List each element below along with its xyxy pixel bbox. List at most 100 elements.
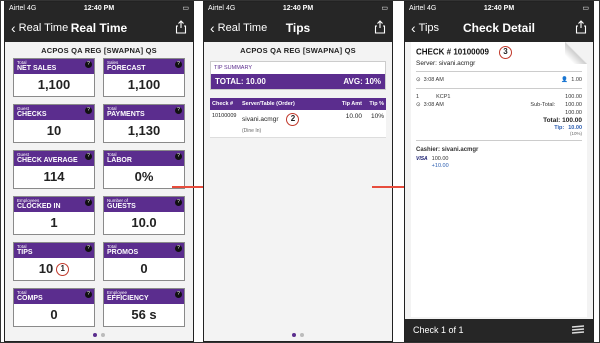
total: Total: 100.00 (543, 117, 582, 124)
help-icon[interactable]: ? (85, 107, 92, 114)
tile-value: 10 (46, 123, 62, 138)
divider (416, 71, 582, 72)
network-label: 4G (426, 4, 437, 12)
tile-label: PROMOS (107, 249, 139, 256)
tile-label: PAYMENTS (107, 111, 145, 118)
share-icon[interactable] (575, 20, 587, 34)
tile-value: 10.0 (131, 215, 157, 230)
check-receipt: CHECK # 10100009 3 Server: sivani.acmgr ⊙… (411, 42, 587, 317)
back-button[interactable]: ‹ Real Time (11, 21, 68, 35)
tile-value: 1,100 (127, 77, 161, 92)
tile-guests[interactable]: Number of GUESTS? 10.0 (103, 196, 185, 235)
tile-value: 0 (140, 261, 148, 276)
tip-average: AVG: 10% (343, 77, 381, 86)
tips-table-header: Check # Server/Table (Order) Tip Amt Tip… (210, 98, 386, 110)
battery-icon: ▭ (582, 5, 589, 12)
clock-icon: ⊙ (416, 77, 421, 83)
chevron-left-icon: ‹ (210, 20, 215, 36)
tile-comps[interactable]: Total COMPS? 0 (13, 288, 95, 327)
help-icon[interactable]: ? (175, 153, 182, 160)
tile-value: 1,130 (127, 123, 161, 138)
share-icon[interactable] (175, 20, 187, 34)
tile-label: CLOCKED IN (17, 203, 61, 210)
nav-bar: Airtel 4G 12:40 PM ▭ ‹ Tips Check Detail (405, 2, 593, 42)
column-header: Tip Amt (341, 101, 362, 107)
help-icon[interactable]: ? (175, 61, 182, 68)
share-icon[interactable] (374, 20, 386, 34)
help-icon[interactable]: ? (85, 291, 92, 298)
page-dot (101, 333, 105, 337)
column-header: Tip % (369, 101, 384, 107)
help-icon[interactable]: ? (85, 245, 92, 252)
tile-label: EFFICIENCY (107, 295, 149, 302)
payment-tip: +10.00 (431, 163, 449, 169)
check-pager: Check 1 of 1 (405, 319, 593, 341)
table-row[interactable]: 10100009 sivani.acmgr 2 (Dine In) 10.00 10… (210, 110, 386, 138)
tile-label: TIPS (17, 249, 33, 256)
subtotal-label: Sub-Total: (530, 102, 556, 108)
help-icon[interactable]: ? (85, 61, 92, 68)
chevron-left-icon: ‹ (11, 20, 16, 36)
tile-labor[interactable]: Total LABOR? 0% (103, 150, 185, 189)
line-amount: 100.00 (565, 110, 582, 116)
tips-screen: Airtel 4G 12:40 PM ▭ ‹ Real Time Tips ACPO… (203, 1, 393, 342)
tile-value: 114 (43, 169, 65, 184)
network-label: 4G (225, 4, 236, 12)
help-icon[interactable]: ? (175, 199, 182, 206)
list-item: 1 KCP1 100.00 (416, 93, 582, 101)
page-curl-icon[interactable] (565, 42, 587, 64)
divider (416, 88, 582, 89)
status-bar: Airtel 4G 12:40 PM ▭ (5, 2, 193, 14)
item-qty: 1 (416, 94, 420, 100)
cashier-name: Cashier: sivani.acmgr (416, 147, 479, 153)
tile-label: LABOR (107, 157, 132, 164)
help-icon[interactable]: ? (175, 107, 182, 114)
tile-value: 1,100 (37, 77, 71, 92)
back-button[interactable]: ‹ Tips (411, 21, 439, 35)
tile-value: 0 (50, 307, 58, 322)
tip-amount: 10.00 (345, 113, 362, 120)
help-icon[interactable]: ? (85, 153, 92, 160)
divider (416, 140, 582, 141)
back-label: Tips (418, 22, 440, 34)
chevron-left-icon: ‹ (411, 20, 416, 36)
help-icon[interactable]: ? (175, 245, 182, 252)
page-indicator[interactable] (204, 333, 392, 337)
callout-marker: 2 (286, 113, 300, 126)
tile-value: 56 s (131, 307, 157, 322)
guest-count: 1.00 (571, 77, 582, 83)
column-header: Check # (212, 101, 234, 107)
tile-efficiency[interactable]: Employee EFFICIENCY? 56 s (103, 288, 185, 327)
battery-icon: ▭ (182, 5, 189, 12)
tip-summary-panel: TIP SUMMARY TOTAL: 10.00 AVG: 10% (210, 61, 386, 90)
tile-label: CHECK AVERAGE (17, 157, 78, 164)
item-time: 3:08 AM (423, 102, 444, 108)
tile-net-sales[interactable]: Total NET SALES? 1,100 (13, 58, 95, 97)
battery-icon: ▭ (381, 5, 388, 12)
tip-label: Tip: (554, 125, 565, 131)
tip-percent: 10% (370, 113, 384, 120)
page-indicator[interactable] (5, 333, 193, 337)
tile-label: GUESTS (107, 203, 136, 210)
receipt-stack-icon[interactable] (571, 325, 585, 335)
back-label: Real Time (217, 22, 268, 34)
status-bar: Airtel 4G 12:40 PM ▭ (405, 2, 593, 14)
tile-forecast[interactable]: Sales FORECAST? 1,100 (103, 58, 185, 97)
tile-check-average[interactable]: Guest CHECK AVERAGE? 114 (13, 150, 95, 189)
tile-clocked-in[interactable]: Employees CLOCKED IN? 1 (13, 196, 95, 235)
back-button[interactable]: ‹ Real Time (210, 21, 267, 35)
subtotal-value: 100.00 (565, 102, 582, 108)
column-header: Server/Table (Order) (242, 101, 295, 107)
help-icon[interactable]: ? (175, 291, 182, 298)
help-icon[interactable]: ? (85, 199, 92, 206)
tile-payments[interactable]: Total PAYMENTS? 1,130 (103, 104, 185, 143)
tile-checks[interactable]: Guest CHECKS? 10 (13, 104, 95, 143)
clock: 12:40 PM (83, 4, 115, 12)
tile-promos[interactable]: Total PROMOS? 0 (103, 242, 185, 281)
tile-value: 0% (134, 169, 154, 184)
pager-label: Check 1 of 1 (413, 325, 464, 335)
page-dot (93, 333, 97, 337)
carrier-label: Airtel (9, 4, 25, 12)
callout-marker: 3 (498, 46, 512, 59)
tile-tips[interactable]: Total TIPS? 10 1 (13, 242, 95, 281)
